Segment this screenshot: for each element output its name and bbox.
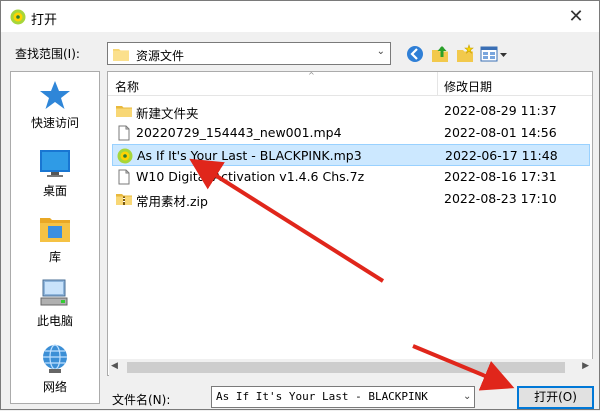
file-icon — [118, 125, 130, 141]
look-in-label: 查找范围(I): — [15, 47, 80, 61]
column-divider[interactable] — [437, 72, 438, 96]
list-item-selected[interactable]: As If It's Your Last - BLACKPINK.mp3 202… — [112, 144, 590, 166]
horizontal-scrollbar[interactable]: ◀ ▶ — [109, 359, 593, 376]
audio-file-icon — [117, 148, 133, 164]
file-date: 2022-08-01 14:56 — [444, 125, 557, 140]
open-button[interactable]: 打开(O) — [517, 386, 594, 409]
close-button[interactable]: ✕ — [553, 1, 599, 32]
zip-folder-icon — [116, 194, 132, 205]
view-menu-button[interactable] — [479, 43, 509, 65]
network-icon — [43, 344, 67, 373]
file-name: 新建文件夹 — [136, 106, 199, 121]
file-name: W10 Digital Activation v1.4.6 Chs.7z — [136, 169, 365, 184]
folder-icon — [113, 49, 129, 61]
places-bar: 快速访问 桌面 库 此电脑 网络 — [10, 71, 100, 404]
file-name-label: 文件名(N): — [112, 393, 171, 407]
list-header: ^ 名称 修改日期 — [108, 71, 592, 96]
title-bar: 打开 ✕ — [1, 1, 599, 32]
computer-icon — [40, 279, 68, 306]
file-date: 2022-08-29 11:37 — [444, 103, 557, 118]
file-date: 2022-08-16 17:31 — [444, 169, 557, 184]
place-network[interactable]: 网络 — [11, 344, 99, 410]
window-title: 打开 — [31, 13, 58, 28]
column-date-header[interactable]: 修改日期 — [444, 78, 492, 95]
file-list[interactable]: ^ 名称 修改日期 新建文件夹 2022-08-29 11:37 2022072… — [107, 71, 593, 376]
star-icon — [40, 81, 70, 109]
file-name: As If It's Your Last - BLACKPINK.mp3 — [137, 148, 362, 163]
file-date: 2022-06-17 11:48 — [445, 148, 558, 163]
open-file-dialog: 打开 ✕ 查找范围(I): 资源文件 ⌄ 快速访问 桌面 库 此电脑 网络 ^ … — [0, 0, 600, 410]
up-folder-button[interactable] — [429, 43, 451, 65]
place-this-pc[interactable]: 此电脑 — [11, 278, 99, 344]
chevron-down-icon: ⌄ — [376, 46, 385, 57]
desktop-icon — [40, 150, 70, 177]
file-name: 20220729_154443_new001.mp4 — [136, 125, 342, 140]
file-name: 常用素材.zip — [136, 194, 208, 209]
chevron-down-icon[interactable]: ⌄ — [463, 391, 471, 402]
look-in-value: 资源文件 — [136, 49, 185, 63]
list-item[interactable]: W10 Digital Activation v1.4.6 Chs.7z 202… — [112, 166, 590, 188]
app-logo-icon — [10, 9, 26, 25]
library-icon — [40, 218, 70, 242]
file-name-input[interactable]: As If It's Your Last - BLACKPINK — [211, 386, 475, 408]
list-item[interactable]: 新建文件夹 2022-08-29 11:37 — [112, 100, 590, 122]
list-item[interactable]: 20220729_154443_new001.mp4 2022-08-01 14… — [112, 122, 590, 144]
folder-icon — [116, 106, 132, 117]
place-desktop[interactable]: 桌面 — [11, 148, 99, 214]
file-date: 2022-08-23 17:10 — [444, 191, 557, 206]
place-library[interactable]: 库 — [11, 214, 99, 280]
scrollbar-thumb[interactable] — [127, 362, 565, 373]
scroll-left-icon[interactable]: ◀ — [111, 361, 118, 371]
file-icon — [118, 169, 130, 185]
list-item[interactable]: 常用素材.zip 2022-08-23 17:10 — [112, 188, 590, 210]
back-button[interactable] — [404, 43, 426, 65]
scroll-right-icon[interactable]: ▶ — [582, 361, 589, 371]
place-quick-access[interactable]: 快速访问 — [11, 80, 99, 146]
look-in-dropdown[interactable]: 资源文件 ⌄ — [107, 42, 391, 65]
sort-caret-icon: ^ — [308, 71, 315, 80]
new-folder-button[interactable] — [454, 43, 476, 65]
column-name-header[interactable]: 名称 — [115, 78, 139, 95]
